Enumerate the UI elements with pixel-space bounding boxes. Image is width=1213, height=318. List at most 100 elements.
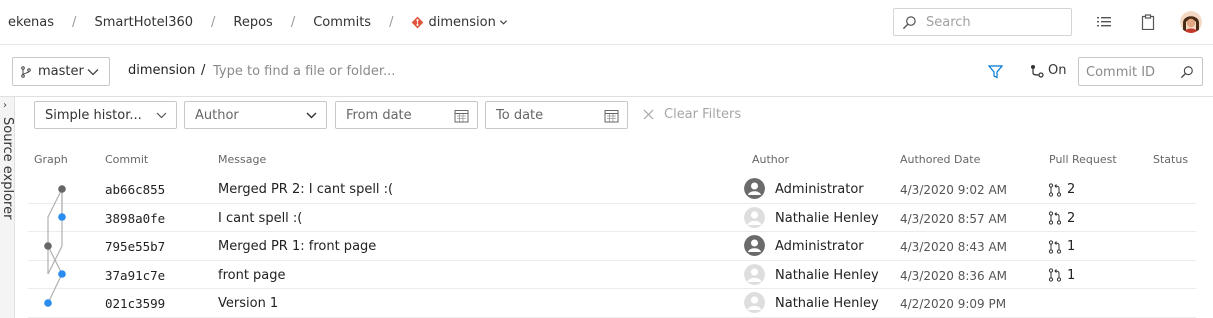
graph-node-commit [44,299,52,307]
breadcrumb-separator: / [290,14,296,30]
source-explorer-panel[interactable]: › Source explorer [0,97,15,318]
breadcrumb-project[interactable]: SmartHotel360 [94,15,193,30]
commit-message: Merged PR 1: front page [218,239,377,254]
branch-selector[interactable]: master [12,57,110,86]
chevron-down-icon [87,69,99,76]
commit-id-link[interactable]: 795e55b7 [105,239,165,254]
column-header-graph: Graph [34,153,68,166]
commit-id-link[interactable]: 37a91c7e [105,268,165,283]
expand-arrow-icon[interactable]: › [3,100,7,111]
pull-request-icon [1048,182,1062,197]
commit-message: front page [218,267,286,283]
breadcrumb-org[interactable]: ekenas [8,15,54,30]
graph-node-merge [58,185,66,193]
breadcrumb-commits[interactable]: Commits [313,15,371,30]
file-path-bar: master dimension / On [0,45,1213,97]
user-photo-icon [1180,11,1202,33]
pull-request-link[interactable]: 2 [1048,211,1075,226]
column-header-status: Status [1153,153,1189,166]
from-date-picker[interactable]: From date [335,101,478,129]
author-name: Nathalie Henley [775,210,879,226]
column-header-message: Message [218,153,267,166]
author-name: Administrator [775,239,864,254]
search-icon[interactable] [1180,65,1194,79]
author-dropdown[interactable]: Author [184,101,327,129]
table-row[interactable]: 3898a0fe I cant spell :( Nathalie Henley… [28,204,1196,232]
pull-request-number: 2 [1067,210,1076,226]
git-repo-icon [412,16,424,28]
breadcrumb-repos[interactable]: Repos [233,15,272,30]
path-input[interactable] [213,61,443,81]
pull-request-number: 1 [1067,267,1076,283]
author-name: Nathalie Henley [775,267,879,283]
pull-request-link[interactable]: 1 [1048,239,1075,254]
global-search[interactable] [893,8,1072,36]
commit-id-search[interactable] [1078,57,1203,86]
chevron-down-icon [306,112,317,119]
chevron-down-icon [156,112,167,119]
path-root[interactable]: dimension [128,63,195,78]
commit-id-input[interactable] [1086,63,1181,81]
to-date-picker[interactable]: To date [485,101,628,129]
author-placeholder: Author [195,107,239,123]
user-avatar-icon [744,292,765,313]
graph-node-commit [58,270,66,278]
from-date-placeholder: From date [346,107,412,123]
commit-id-link[interactable]: ab66c855 [105,182,165,197]
authored-date: 4/3/2020 9:02 AM [900,183,1008,197]
admin-avatar [744,178,765,199]
admin-avatar-icon [744,178,765,199]
authored-date: 4/3/2020 8:43 AM [900,240,1008,254]
table-row[interactable]: 021c3599 Version 1 Nathalie Henley 4/2/2… [28,289,1196,318]
clear-filters-label: Clear Filters [664,107,742,122]
clipboard-icon[interactable] [1140,14,1156,30]
authored-date: 4/3/2020 8:57 AM [900,211,1008,226]
pull-request-link[interactable]: 2 [1048,182,1075,197]
graph-toggle[interactable]: On [1030,63,1066,78]
search-input[interactable] [926,13,1066,31]
clear-filters-button[interactable]: Clear Filters [643,107,741,122]
pull-request-link[interactable]: 1 [1048,268,1075,283]
commit-id-link[interactable]: 3898a0fe [105,211,165,226]
pull-request-icon [1048,268,1062,282]
to-date-placeholder: To date [496,107,544,123]
breadcrumb: ekenas / SmartHotel360 / Repos / Commits… [8,0,508,44]
user-avatar [744,206,765,228]
commit-message: I cant spell :( [218,210,303,226]
column-header-authored-date: Authored Date [900,153,981,166]
user-avatar-icon [744,263,765,285]
authored-date: 4/2/2020 9:09 PM [900,297,1007,311]
column-header-author: Author [752,153,790,166]
graph-icon [1031,64,1044,78]
column-header-pull-request: Pull Request [1049,153,1117,166]
user-avatar [744,292,765,313]
table-row[interactable]: ab66c855 Merged PR 2: I cant spell :( Ad… [28,175,1196,204]
list-icon[interactable] [1096,14,1112,30]
filter-icon[interactable] [988,65,1003,79]
close-icon [643,109,654,120]
commit-id-link[interactable]: 021c3599 [105,296,165,311]
authored-date: 4/3/2020 8:36 AM [900,268,1008,283]
commit-message: Merged PR 2: I cant spell :( [218,182,394,197]
search-icon [902,16,916,30]
table-row[interactable]: 795e55b7 Merged PR 1: front page Adminis… [28,232,1196,261]
repo-selector[interactable]: dimension [411,15,507,30]
breadcrumb-separator: / [72,14,77,30]
top-header: ekenas / SmartHotel360 / Repos / Commits… [0,0,1213,45]
pull-request-icon [1048,211,1062,225]
calendar-icon [454,110,469,123]
commit-message: Version 1 [218,296,279,311]
pull-request-icon [1048,239,1062,254]
table-row[interactable]: 37a91c7e front page Nathalie Henley 4/3/… [28,261,1196,289]
path-separator: / [201,63,206,78]
pull-request-number: 2 [1067,182,1076,197]
history-mode-dropdown[interactable]: Simple histor... [34,101,177,129]
user-avatar[interactable] [1180,11,1202,33]
column-header-commit: Commit [105,153,149,166]
user-avatar-icon [744,206,765,228]
repo-name: dimension [428,14,496,30]
author-name: Nathalie Henley [775,296,879,311]
author-name: Administrator [775,182,864,197]
graph-toggle-label: On [1048,63,1067,78]
admin-avatar [744,235,765,256]
